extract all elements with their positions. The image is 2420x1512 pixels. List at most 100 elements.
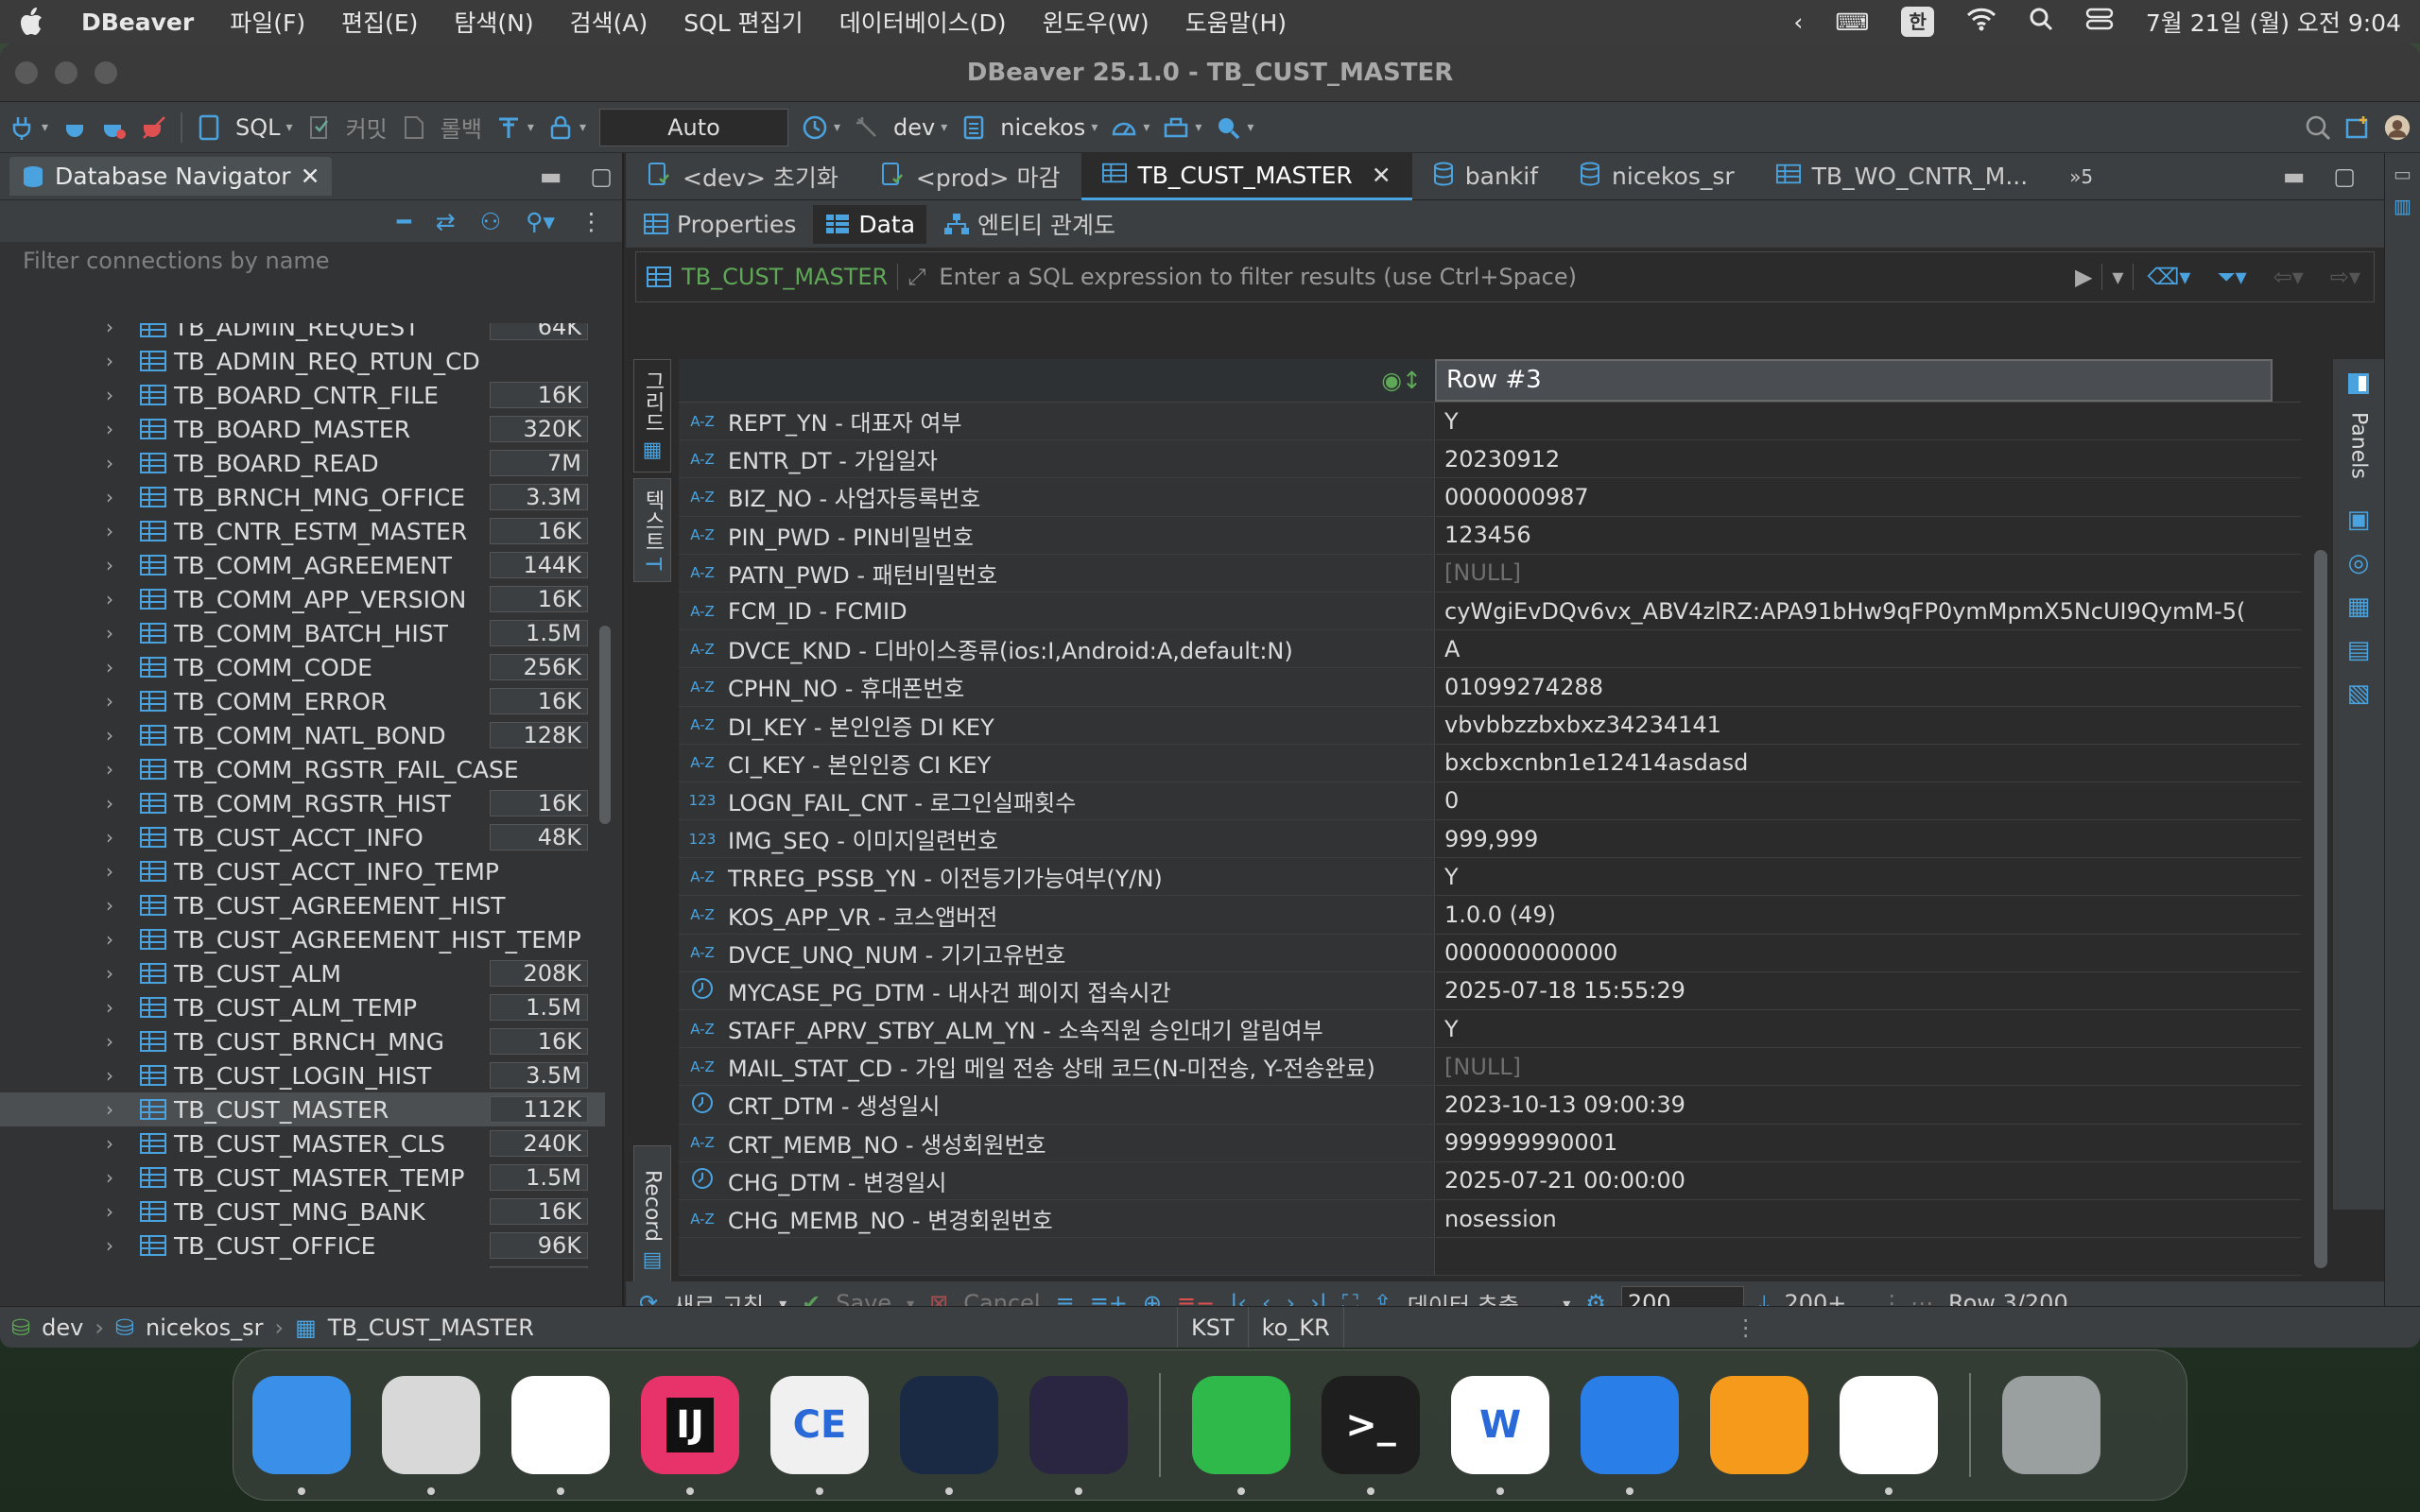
- transaction-mode-icon[interactable]: [495, 114, 522, 141]
- field-name-cell[interactable]: A-Z DVCE_UNQ_NUM - 기기고유번호: [679, 934, 1435, 971]
- wifi-icon[interactable]: [1966, 7, 1996, 37]
- references-icon[interactable]: ▧: [2333, 672, 2384, 715]
- tree-item-table[interactable]: › TB_CUST_ACCT_INFO_TEMP: [0, 854, 605, 888]
- menu-help[interactable]: 도움말(H): [1185, 5, 1287, 39]
- chevron-down-icon[interactable]: ▾: [941, 120, 947, 135]
- metadata-icon[interactable]: ◎: [2333, 541, 2384, 585]
- field-value-cell[interactable]: [NULL]: [1435, 555, 2273, 592]
- tree-item-table[interactable]: › TB_CUST_OFFICE 96K: [0, 1228, 605, 1263]
- filter-history-icon[interactable]: ▾: [2101, 264, 2135, 290]
- field-name-cell[interactable]: 123 LOGN_FAIL_CNT - 로그인실패횟수: [679, 782, 1435, 820]
- menubar-app-name[interactable]: DBeaver: [81, 9, 194, 36]
- expand-filter-icon[interactable]: ⤢: [898, 264, 925, 290]
- panels-label[interactable]: Panels: [2347, 412, 2371, 479]
- naver-cube-icon[interactable]: [1840, 1376, 1938, 1495]
- connect-icon[interactable]: [61, 114, 88, 141]
- field-name-cell[interactable]: A-Z DVCE_KND - 디바이스종류(ios:I,Android:A,def…: [679, 630, 1435, 668]
- restore-icon[interactable]: ▭: [2385, 163, 2420, 185]
- chevron-right-icon[interactable]: ›: [106, 690, 113, 713]
- tab-text-view[interactable]: 텍스트 T: [633, 478, 671, 582]
- database-navigator-tab[interactable]: Database Navigator ✕: [9, 157, 332, 196]
- forward-icon[interactable]: ⇨▾: [2317, 264, 2374, 290]
- field-value-cell[interactable]: A: [1435, 630, 2273, 667]
- field-value-cell[interactable]: 999,999: [1435, 820, 2273, 857]
- chevron-right-icon[interactable]: ›: [106, 894, 113, 917]
- field-name-cell[interactable]: CHG_DTM - 변경일시: [679, 1161, 1435, 1199]
- more-tabs-button[interactable]: »5: [2048, 153, 2114, 200]
- editor-tab[interactable]: <dev> 초기화: [626, 153, 859, 200]
- field-value-cell[interactable]: 2023-10-13 09:00:39: [1435, 1086, 2273, 1123]
- intellij-icon[interactable]: IJ: [641, 1376, 739, 1495]
- disconnect-icon[interactable]: [141, 114, 167, 141]
- field-name-cell[interactable]: A-Z ENTR_DT - 가입일자: [679, 440, 1435, 478]
- new-connection-icon[interactable]: [9, 114, 36, 141]
- schema-icon[interactable]: [960, 114, 987, 141]
- connect-icon[interactable]: ⚇: [480, 208, 501, 235]
- chevron-down-icon[interactable]: ▾: [527, 120, 534, 135]
- naver-works-icon[interactable]: W: [1451, 1376, 1549, 1495]
- navigator-vertical-scrollbar[interactable]: [599, 626, 611, 824]
- field-name-cell[interactable]: A-Z FCM_ID - FCMID: [679, 592, 1435, 630]
- field-name-cell[interactable]: A-Z STAFF_APRV_STBY_ALM_YN - 소속직원 승인대기 알림…: [679, 1010, 1435, 1048]
- input-method-badge[interactable]: 한: [1901, 7, 1934, 37]
- chevron-down-icon[interactable]: ▾: [1195, 120, 1201, 135]
- close-icon[interactable]: ✕: [301, 163, 320, 190]
- control-center-icon[interactable]: [2085, 7, 2114, 37]
- field-name-cell[interactable]: A-Z CHG_MEMB_NO - 변경회원번호: [679, 1199, 1435, 1238]
- tree-item-table[interactable]: › TB_CUST_ALM 208K: [0, 956, 605, 990]
- tree-item-table[interactable]: › TB_BOARD_MASTER 320K: [0, 412, 605, 446]
- chevron-right-icon[interactable]: ›: [106, 520, 113, 542]
- field-name-cell[interactable]: A-Z KOS_APP_VR - 코스앱버전: [679, 896, 1435, 934]
- more-options-icon[interactable]: ⋮: [1721, 1307, 1771, 1349]
- back-icon[interactable]: ⇦▾: [2260, 264, 2317, 290]
- connection-filter-input[interactable]: Filter connections by name: [0, 242, 622, 280]
- tree-item-table[interactable]: › TB_CNTR_ESTM_MASTER 16K: [0, 514, 605, 548]
- dashboard-icon[interactable]: [1111, 114, 1137, 141]
- rollback-button[interactable]: 롤백: [441, 111, 482, 144]
- tree-item-table[interactable]: › TB_COMM_ERROR 16K: [0, 684, 605, 718]
- tree-item-table[interactable]: › TB_COMM_APP_VERSION 16K: [0, 582, 605, 616]
- keynote-icon[interactable]: [1581, 1376, 1679, 1495]
- tree-item-table[interactable]: › TB_BOARD_READ 7M: [0, 446, 605, 480]
- field-value-cell[interactable]: 123456: [1435, 517, 2273, 554]
- tree-item-table[interactable]: › TB_CUST_MASTER_TEMP 1.5M: [0, 1160, 605, 1194]
- tree-item-table[interactable]: › TB_BOARD_CNTR_FILE 16K: [0, 378, 605, 412]
- sql-editor-icon[interactable]: [196, 114, 222, 141]
- tree-item-table[interactable]: › TB_ADMIN_REQUEST 64K: [0, 323, 605, 344]
- chevron-right-icon[interactable]: ›: [106, 724, 113, 747]
- chrome-icon[interactable]: [511, 1376, 610, 1495]
- field-name-cell[interactable]: A-Z DI_KEY - 본인인증 DI KEY: [679, 706, 1435, 744]
- tree-item-table[interactable]: › TB_CUST_MNG_BANK 16K: [0, 1194, 605, 1228]
- field-value-cell[interactable]: nosession: [1435, 1200, 2273, 1237]
- chevron-down-icon[interactable]: ▾: [1143, 120, 1150, 135]
- chevron-right-icon[interactable]: ›: [106, 384, 113, 406]
- field-value-cell[interactable]: Y: [1435, 1010, 2273, 1047]
- chevron-right-icon[interactable]: ›: [106, 826, 113, 849]
- field-name-cell[interactable]: A-Z MAIL_STAT_CD - 가입 메일 전송 상태 코드(N-미전송, …: [679, 1048, 1435, 1086]
- tree-item-table[interactable]: › TB_CUST_AGREEMENT_HIST: [0, 888, 605, 922]
- editor-tab[interactable]: nicekos_sr: [1559, 153, 1755, 200]
- field-value-cell[interactable]: 01099274288: [1435, 668, 2273, 705]
- field-value-cell[interactable]: 000000000000: [1435, 935, 2273, 971]
- field-name-cell[interactable]: A-Z TRREG_PSSB_YN - 이전등기가능여부(Y/N): [679, 858, 1435, 896]
- breadcrumb-schema[interactable]: nicekos_sr: [146, 1314, 263, 1341]
- dbeaver-icon[interactable]: CE: [770, 1376, 869, 1495]
- data-transfer-icon[interactable]: [1163, 114, 1189, 141]
- lock-icon[interactable]: [547, 114, 574, 141]
- more-options-icon[interactable]: ⋮: [579, 208, 603, 235]
- tree-item-table[interactable]: › TB_CUST_ACCT_INFO 48K: [0, 820, 605, 854]
- locale-indicator[interactable]: ko_KR: [1247, 1306, 1343, 1348]
- tree-item-table[interactable]: › TB_COMM_NATL_BOND 128K: [0, 718, 605, 752]
- rollback-icon[interactable]: [401, 114, 427, 141]
- field-value-cell[interactable]: 0000000987: [1435, 478, 2273, 515]
- connection-selector[interactable]: dev: [893, 114, 935, 141]
- field-value-cell[interactable]: 2025-07-18 15:55:29: [1435, 972, 2273, 1009]
- keyboard-icon[interactable]: ⌨: [1835, 9, 1869, 36]
- field-name-cell[interactable]: A-Z BIZ_NO - 사업자등록번호: [679, 478, 1435, 516]
- collapse-all-icon[interactable]: ━: [397, 208, 411, 235]
- field-name-cell[interactable]: A-Z CI_KEY - 본인인증 CI KEY: [679, 744, 1435, 782]
- field-value-cell[interactable]: vbvbbzzbxbxz34234141: [1435, 707, 2273, 744]
- chevron-right-icon[interactable]: ›: [106, 452, 113, 474]
- editor-tab[interactable]: TB_WO_CNTR_M...: [1755, 153, 2049, 200]
- launchpad-icon[interactable]: [382, 1376, 480, 1495]
